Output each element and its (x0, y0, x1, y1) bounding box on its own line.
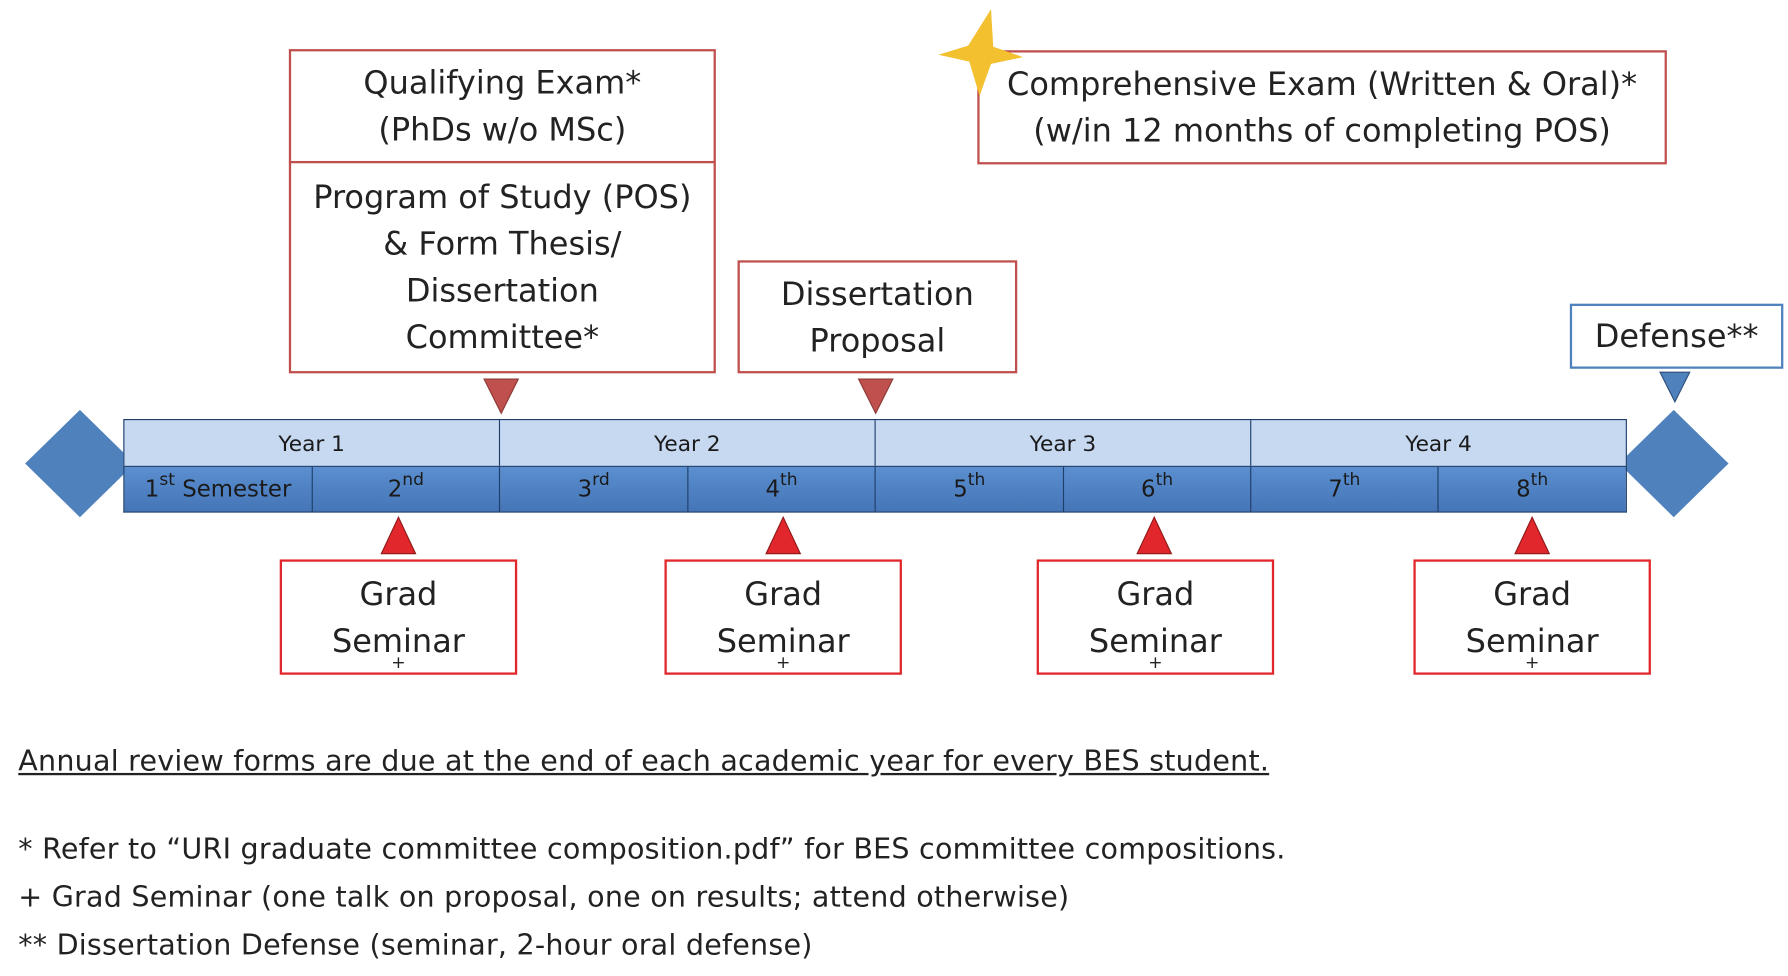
comprehensive-line: Comprehensive Exam (Written & Oral)* (1007, 65, 1638, 103)
proposal-line: Proposal (809, 321, 946, 360)
star-icon (938, 9, 1023, 96)
semester-label: 8th (1516, 469, 1549, 503)
dissertation-proposal-box: Dissertation Proposal (737, 260, 1018, 374)
seminar-line: Grad (1116, 574, 1195, 613)
annual-review-note: Annual review forms are due at the end o… (18, 744, 1270, 778)
semester-label: 3rd (500, 466, 689, 512)
year-label: Year 1 (124, 420, 501, 466)
proposal-line: Dissertation (780, 274, 974, 313)
timeline-end-diamond-icon (1618, 409, 1729, 518)
program-of-study-box: Program of Study (POS) & Form Thesis/ Di… (288, 160, 716, 374)
pos-marker-icon (483, 378, 520, 415)
seminar-line: Grad (359, 574, 438, 613)
seminar-line: Seminar + (1088, 621, 1222, 672)
committee-composition-note: * Refer to “URI graduate committee compo… (18, 832, 1286, 866)
qualifying-exam-line: Qualifying Exam* (363, 63, 642, 102)
seminar-line: Grad (1493, 574, 1572, 613)
seminar-marker-icon (765, 515, 802, 555)
semester-label: 4th (688, 466, 876, 512)
seminar-marker-icon (1514, 515, 1551, 555)
comprehensive-exam-box: Comprehensive Exam (Written & Oral)* (w/… (977, 50, 1667, 165)
semester-label: 6th (1064, 466, 1252, 512)
comprehensive-line: (w/in 12 months of completing POS) (1033, 111, 1611, 150)
proposal-marker-icon (857, 378, 894, 415)
defense-label: Defense** (1594, 317, 1759, 356)
defense-box: Defense** (1569, 303, 1784, 369)
pos-line: Dissertation (405, 271, 599, 310)
dissertation-defense-note: ** Dissertation Defense (seminar, 2-hour… (18, 928, 813, 962)
timeline-diagram: Qualifying Exam* (PhDs w/o MSc) Program … (0, 0, 1788, 976)
grad-seminar-box: Grad Seminar + (1413, 559, 1651, 675)
year-row: Year 1 Year 2 Year 3 Year 4 (123, 419, 1627, 467)
semester-label: 5th (876, 466, 1065, 512)
qualifying-exam-box: Qualifying Exam* (PhDs w/o MSc) (288, 49, 716, 164)
pos-line: Program of Study (POS) (313, 178, 692, 216)
grad-seminar-box: Grad Seminar + (279, 559, 518, 675)
seminar-marker-icon (1136, 515, 1173, 555)
seminar-marker-icon (380, 515, 417, 555)
year-label: Year 2 (500, 420, 876, 466)
seminar-line: Grad (744, 574, 823, 613)
grad-seminar-box: Grad Seminar + (664, 559, 902, 675)
semester-label: 2nd (313, 466, 501, 512)
year-label: Year 3 (876, 420, 1252, 466)
seminar-line: Seminar + (1465, 621, 1599, 672)
seminar-line: Seminar + (716, 621, 850, 672)
semester-label: 7th (1251, 466, 1439, 512)
grad-seminar-note: + Grad Seminar (one talk on proposal, on… (18, 880, 1070, 914)
semester-row: 1st Semester 2nd 3rd 4th 5th 6th 7th 8th (123, 466, 1627, 513)
qualifying-exam-line: (PhDs w/o MSc) (378, 110, 627, 149)
timeline-start-diamond-icon (25, 409, 135, 518)
semester-label: 1st Semester (124, 466, 313, 512)
pos-line: & Form Thesis/ (383, 224, 622, 263)
defense-marker-icon (1659, 371, 1691, 404)
pos-line: Committee* (405, 318, 600, 357)
seminar-line: Seminar + (331, 621, 465, 672)
grad-seminar-box: Grad Seminar + (1036, 559, 1275, 675)
year-label: Year 4 (1405, 431, 1472, 457)
